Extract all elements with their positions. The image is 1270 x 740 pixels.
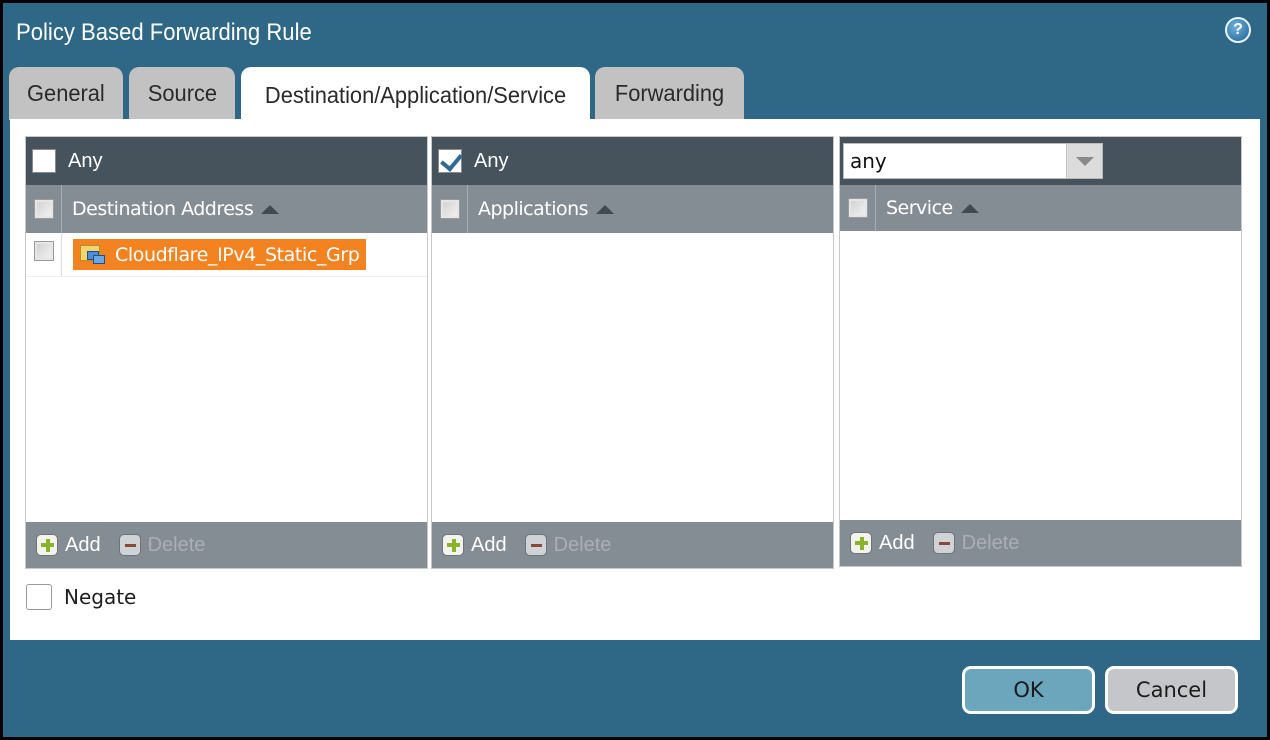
service-select-all-checkbox[interactable] <box>847 198 868 218</box>
sort-ascending-icon <box>261 204 280 214</box>
applications-select-all-checkbox[interactable] <box>439 199 460 219</box>
minus-icon <box>118 534 141 556</box>
dialog-title: Policy Based Forwarding Rule <box>16 19 312 46</box>
plus-icon <box>850 532 872 554</box>
applications-any-bar: Any <box>432 137 833 185</box>
tab-content: Any Destination Address Cloudflare_IPv4_… <box>10 119 1260 640</box>
applications-add-button[interactable]: Add <box>442 534 507 557</box>
destination-column-header: Destination Address <box>26 185 427 233</box>
plus-icon <box>36 534 58 556</box>
negate-checkbox[interactable] <box>26 584 52 610</box>
plus-icon <box>442 534 464 556</box>
tab-general[interactable]: General <box>9 67 123 120</box>
destination-address-sort[interactable]: Destination Address <box>62 198 280 220</box>
sort-ascending-icon <box>960 203 979 213</box>
cancel-button[interactable]: Cancel <box>1105 666 1238 714</box>
negate-label: Negate <box>64 585 137 609</box>
service-select[interactable]: any <box>843 143 1103 179</box>
destination-panel: Any Destination Address Cloudflare_IPv4_… <box>25 136 428 569</box>
destination-footer: Add Delete <box>26 522 427 568</box>
destination-select-all-checkbox[interactable] <box>33 199 54 219</box>
service-delete-button: Delete <box>932 532 1019 555</box>
service-add-button[interactable]: Add <box>850 532 915 555</box>
tab-destination-application-service[interactable]: Destination/Application/Service <box>241 67 590 123</box>
chevron-down-icon[interactable] <box>1066 144 1102 178</box>
policy-based-forwarding-dialog: Policy Based Forwarding Rule ? General S… <box>3 3 1267 737</box>
tab-forwarding[interactable]: Forwarding <box>595 67 744 120</box>
applications-delete-button: Delete <box>524 534 611 557</box>
destination-add-button[interactable]: Add <box>36 534 101 557</box>
service-panel: any Service Add Delete <box>839 136 1242 567</box>
service-column-header: Service <box>840 185 1241 231</box>
destination-delete-button: Delete <box>118 534 205 557</box>
destination-any-checkbox[interactable] <box>32 149 56 173</box>
row-checkbox[interactable] <box>33 241 54 261</box>
tab-source[interactable]: Source <box>129 67 235 120</box>
help-icon[interactable]: ? <box>1225 17 1251 43</box>
applications-panel: Any Applications Add Delete <box>431 136 834 569</box>
minus-icon <box>524 534 547 556</box>
sort-ascending-icon <box>596 204 615 214</box>
destination-any-label: Any <box>68 149 103 172</box>
destination-any-bar: Any <box>26 137 427 185</box>
address-group-icon <box>79 243 107 267</box>
applications-footer: Add Delete <box>432 522 833 568</box>
applications-any-checkbox[interactable] <box>438 149 462 173</box>
address-group-entry[interactable]: Cloudflare_IPv4_Static_Grp <box>73 239 367 270</box>
applications-column-header: Applications <box>432 185 833 233</box>
service-select-bar: any <box>840 137 1241 185</box>
table-row[interactable]: Cloudflare_IPv4_Static_Grp <box>26 233 427 277</box>
applications-any-label: Any <box>474 149 509 172</box>
ok-button[interactable]: OK <box>962 666 1095 714</box>
service-footer: Add Delete <box>840 520 1241 566</box>
service-sort[interactable]: Service <box>876 197 979 219</box>
applications-sort[interactable]: Applications <box>468 198 615 220</box>
minus-icon <box>932 532 955 554</box>
negate-option: Negate <box>26 584 136 610</box>
